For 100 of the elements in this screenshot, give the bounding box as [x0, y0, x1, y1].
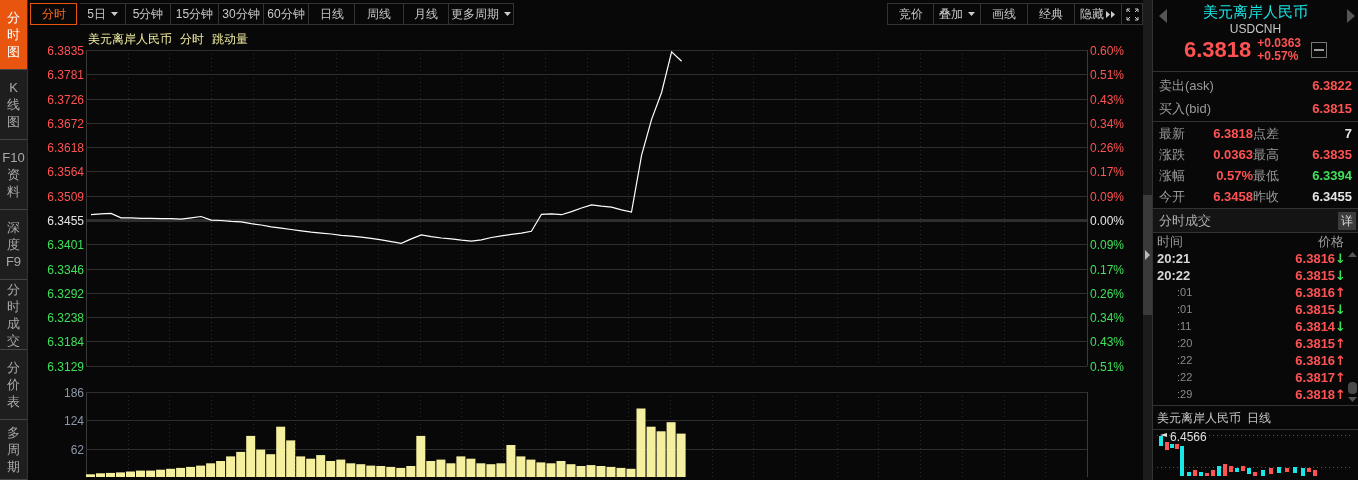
percent-label: 0.17%	[1090, 262, 1125, 277]
percent-label: 0.34%	[1090, 116, 1125, 131]
chart-title: 美元离岸人民币	[88, 31, 172, 48]
axis-label: 6.3184	[46, 334, 84, 349]
stat-value: 6.3835	[1311, 146, 1352, 164]
quote-value: 6.3815	[1312, 99, 1352, 118]
previous-arrow-icon[interactable]	[1159, 9, 1167, 23]
trend-arrow: ↑	[1335, 387, 1346, 402]
trade-price: 6.3816	[1295, 351, 1336, 370]
axis-label: 6.3781	[46, 67, 84, 82]
double-arrow-icon	[1106, 10, 1116, 18]
next-arrow-icon[interactable]	[1347, 9, 1355, 23]
quote-label: 卖出(ask)	[1159, 76, 1214, 95]
trend-arrow: ↓	[1335, 251, 1346, 266]
trade-price: 6.3815	[1295, 266, 1336, 285]
percent-label: 0.60%	[1090, 43, 1125, 58]
detail-button[interactable]: 详	[1338, 211, 1356, 230]
axis-label: 6.3509	[46, 189, 84, 204]
period-tab[interactable]: 日线	[309, 3, 355, 25]
side-tab[interactable]: F10资料	[0, 140, 27, 210]
volume-bar	[656, 431, 666, 477]
axis-label: 6.3401	[46, 237, 84, 252]
scroll-up-icon[interactable]	[1348, 252, 1357, 257]
stat-label: 最高	[1253, 146, 1280, 164]
quote-value: 6.3822	[1312, 76, 1352, 95]
trend-arrow: ↓	[1335, 268, 1346, 283]
stat-value: 6.3458	[1212, 188, 1253, 206]
trade-time: :22	[1176, 370, 1193, 386]
volume-bar	[166, 468, 176, 477]
side-tab[interactable]: 深度F9	[0, 210, 27, 280]
axis-label: 186	[62, 385, 84, 400]
volume-bar	[386, 466, 396, 477]
section-title: 分时成交	[1159, 211, 1211, 230]
period-tab[interactable]: 周线	[355, 3, 404, 25]
trade-time: 20:21	[1157, 250, 1191, 268]
trend-arrow: ↑	[1335, 370, 1346, 385]
side-tab[interactable]: 分时成交	[0, 280, 27, 350]
price-change: +0.0363	[1257, 37, 1301, 50]
stat-value: 7	[1343, 125, 1352, 143]
instrument-name: 美元离岸人民币	[1203, 2, 1308, 22]
stat-label: 点差	[1253, 125, 1280, 143]
scroll-down-icon[interactable]	[1348, 397, 1357, 402]
percent-label: 0.26%	[1090, 140, 1125, 155]
stat-value: 6.3394	[1311, 167, 1352, 185]
toolbar-button[interactable]: 经典	[1028, 3, 1075, 25]
period-tab[interactable]: 30分钟	[219, 3, 264, 25]
period-tab[interactable]: 60分钟	[264, 3, 309, 25]
panel-title: 美元离岸人民币	[1157, 409, 1241, 427]
volume-bar	[526, 459, 536, 477]
volume-bar	[336, 459, 346, 477]
stat-label: 最新	[1159, 125, 1186, 143]
period-tab[interactable]: 月线	[404, 3, 449, 25]
last-price: 6.3818	[1184, 37, 1252, 63]
toolbar-button[interactable]: 竞价	[887, 3, 934, 25]
side-tab[interactable]: 分价表	[0, 350, 27, 420]
toolbar-button[interactable]: 隐藏	[1075, 3, 1122, 25]
stat-label: 昨收	[1253, 188, 1280, 206]
chart-title: 分时	[180, 31, 204, 48]
trade-price: 6.3815	[1295, 334, 1336, 353]
volume-bar	[376, 466, 386, 477]
trade-price: 6.3815	[1295, 300, 1336, 319]
side-tab[interactable]: K线图	[0, 70, 27, 140]
stat-value: 6.3455	[1311, 188, 1352, 206]
trend-arrow: ↑	[1335, 285, 1346, 300]
side-tab[interactable]: 分时图	[0, 0, 27, 70]
percent-label: 0.17%	[1090, 164, 1125, 179]
minus-icon	[1314, 49, 1324, 51]
period-tab[interactable]: 分时	[30, 3, 77, 25]
trend-arrow: ↑	[1335, 336, 1346, 351]
collapse-button[interactable]	[1311, 42, 1327, 58]
volume-bar	[226, 456, 236, 477]
volume-bar	[646, 426, 656, 477]
period-tab[interactable]: 15分钟	[171, 3, 219, 25]
volume-bar	[366, 465, 376, 477]
period-tab[interactable]: 5分钟	[126, 3, 171, 25]
trade-time: :20	[1176, 336, 1193, 352]
trade-price: 6.3818	[1295, 385, 1336, 404]
volume-bar	[566, 464, 576, 477]
volume-bar	[186, 466, 196, 477]
splitter-handle[interactable]	[1143, 195, 1152, 315]
volume-bar	[586, 465, 596, 477]
stat-value: 0.57%	[1215, 167, 1253, 185]
percent-label: 0.09%	[1090, 189, 1125, 204]
toolbar-button[interactable]: 画线	[981, 3, 1028, 25]
volume-bar	[606, 466, 616, 477]
volume-bar	[466, 458, 476, 477]
period-tab[interactable]: 更多周期	[449, 3, 514, 25]
trade-time: :01	[1176, 285, 1193, 301]
volume-bar	[316, 455, 326, 477]
toolbar-button[interactable]: 叠加	[934, 3, 981, 25]
trade-time: :29	[1176, 387, 1193, 403]
instrument-code: USDCNH	[1229, 22, 1282, 36]
side-tab[interactable]: 多周期	[0, 420, 27, 480]
scrollbar-thumb[interactable]	[1348, 382, 1357, 394]
volume-bar	[536, 462, 546, 477]
period-tab[interactable]: 5日	[80, 3, 126, 25]
column-header: 时间	[1157, 233, 1183, 250]
trade-price: 6.3814	[1295, 317, 1336, 336]
volume-bar	[216, 461, 226, 477]
volume-bar	[576, 466, 586, 477]
